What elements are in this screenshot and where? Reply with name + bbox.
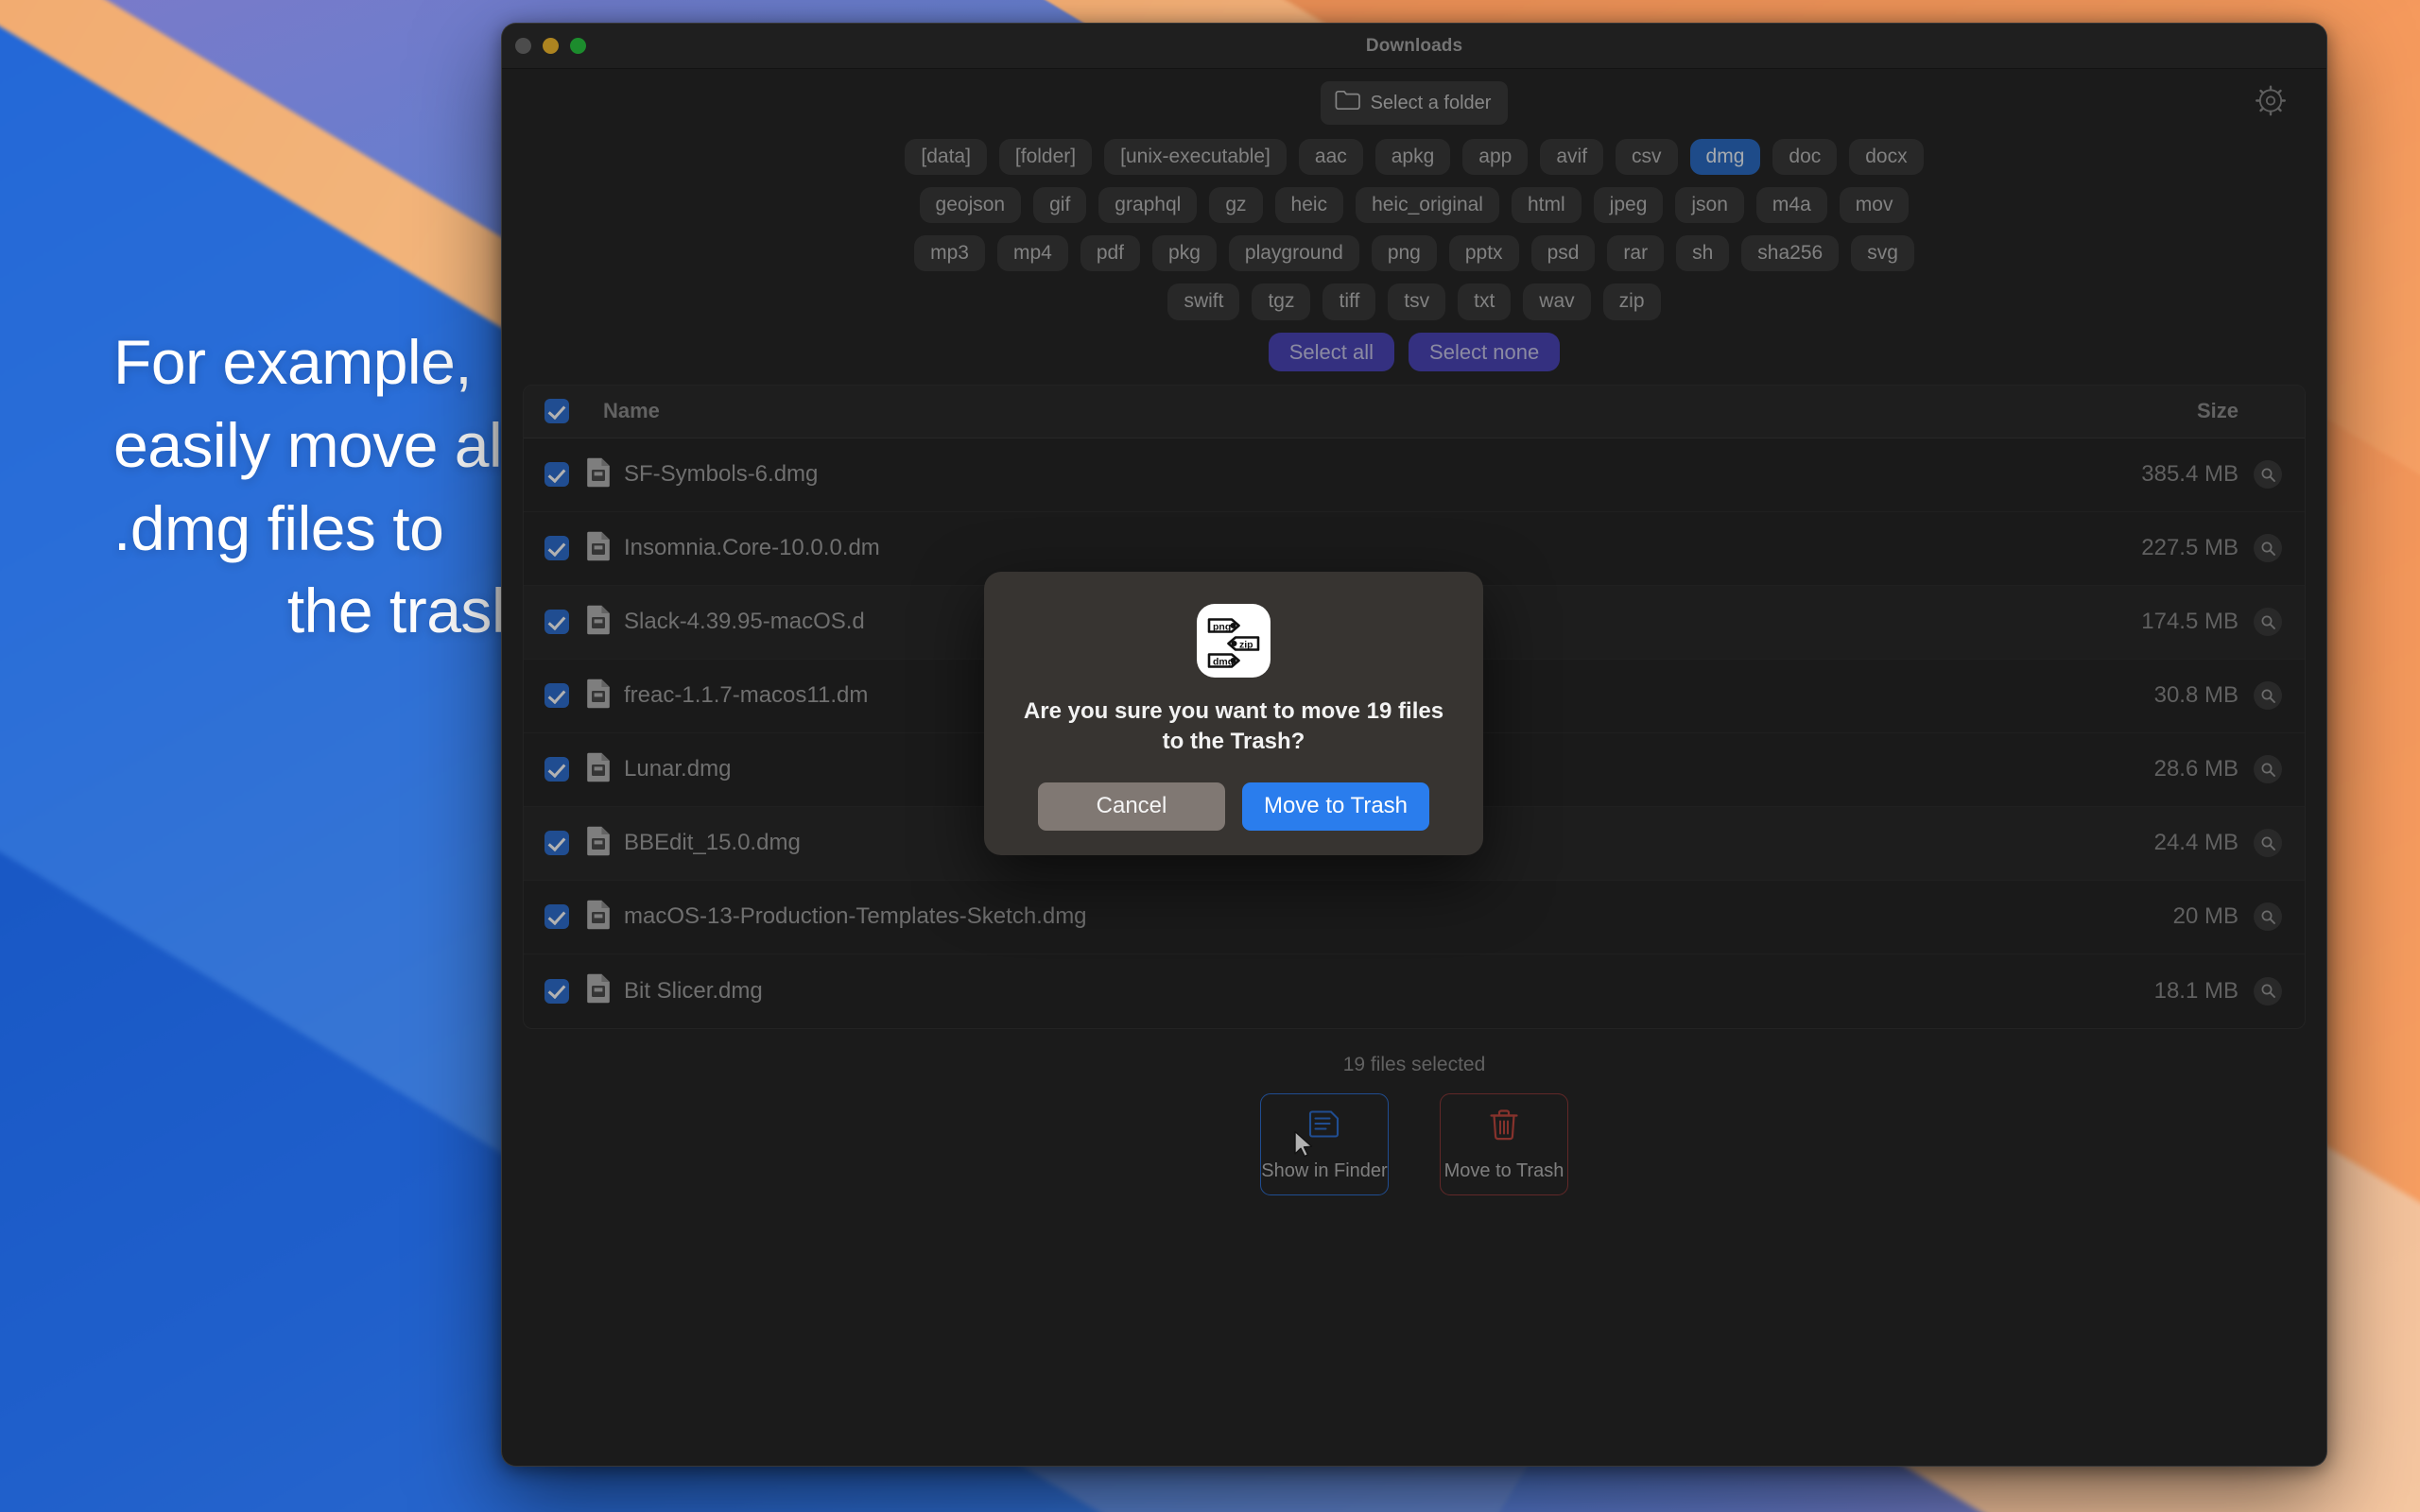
confirm-dialog: png zip dmg Are you sure you want to mov…	[984, 572, 1483, 855]
dialog-confirm-button[interactable]: Move to Trash	[1242, 782, 1429, 831]
app-icon-tag-zip: zip	[1239, 640, 1253, 651]
app-icon: png zip dmg	[1197, 604, 1270, 678]
dialog-cancel-button[interactable]: Cancel	[1038, 782, 1225, 831]
app-window: Downloads Select a folder [data] [folder…	[501, 23, 2327, 1467]
app-icon-tag-dmg: dmg	[1213, 657, 1234, 668]
dialog-buttons: Cancel Move to Trash	[1012, 782, 1455, 831]
dialog-message: Are you sure you want to move 19 files t…	[1023, 698, 1444, 755]
app-icon-tag-png: png	[1213, 622, 1231, 633]
